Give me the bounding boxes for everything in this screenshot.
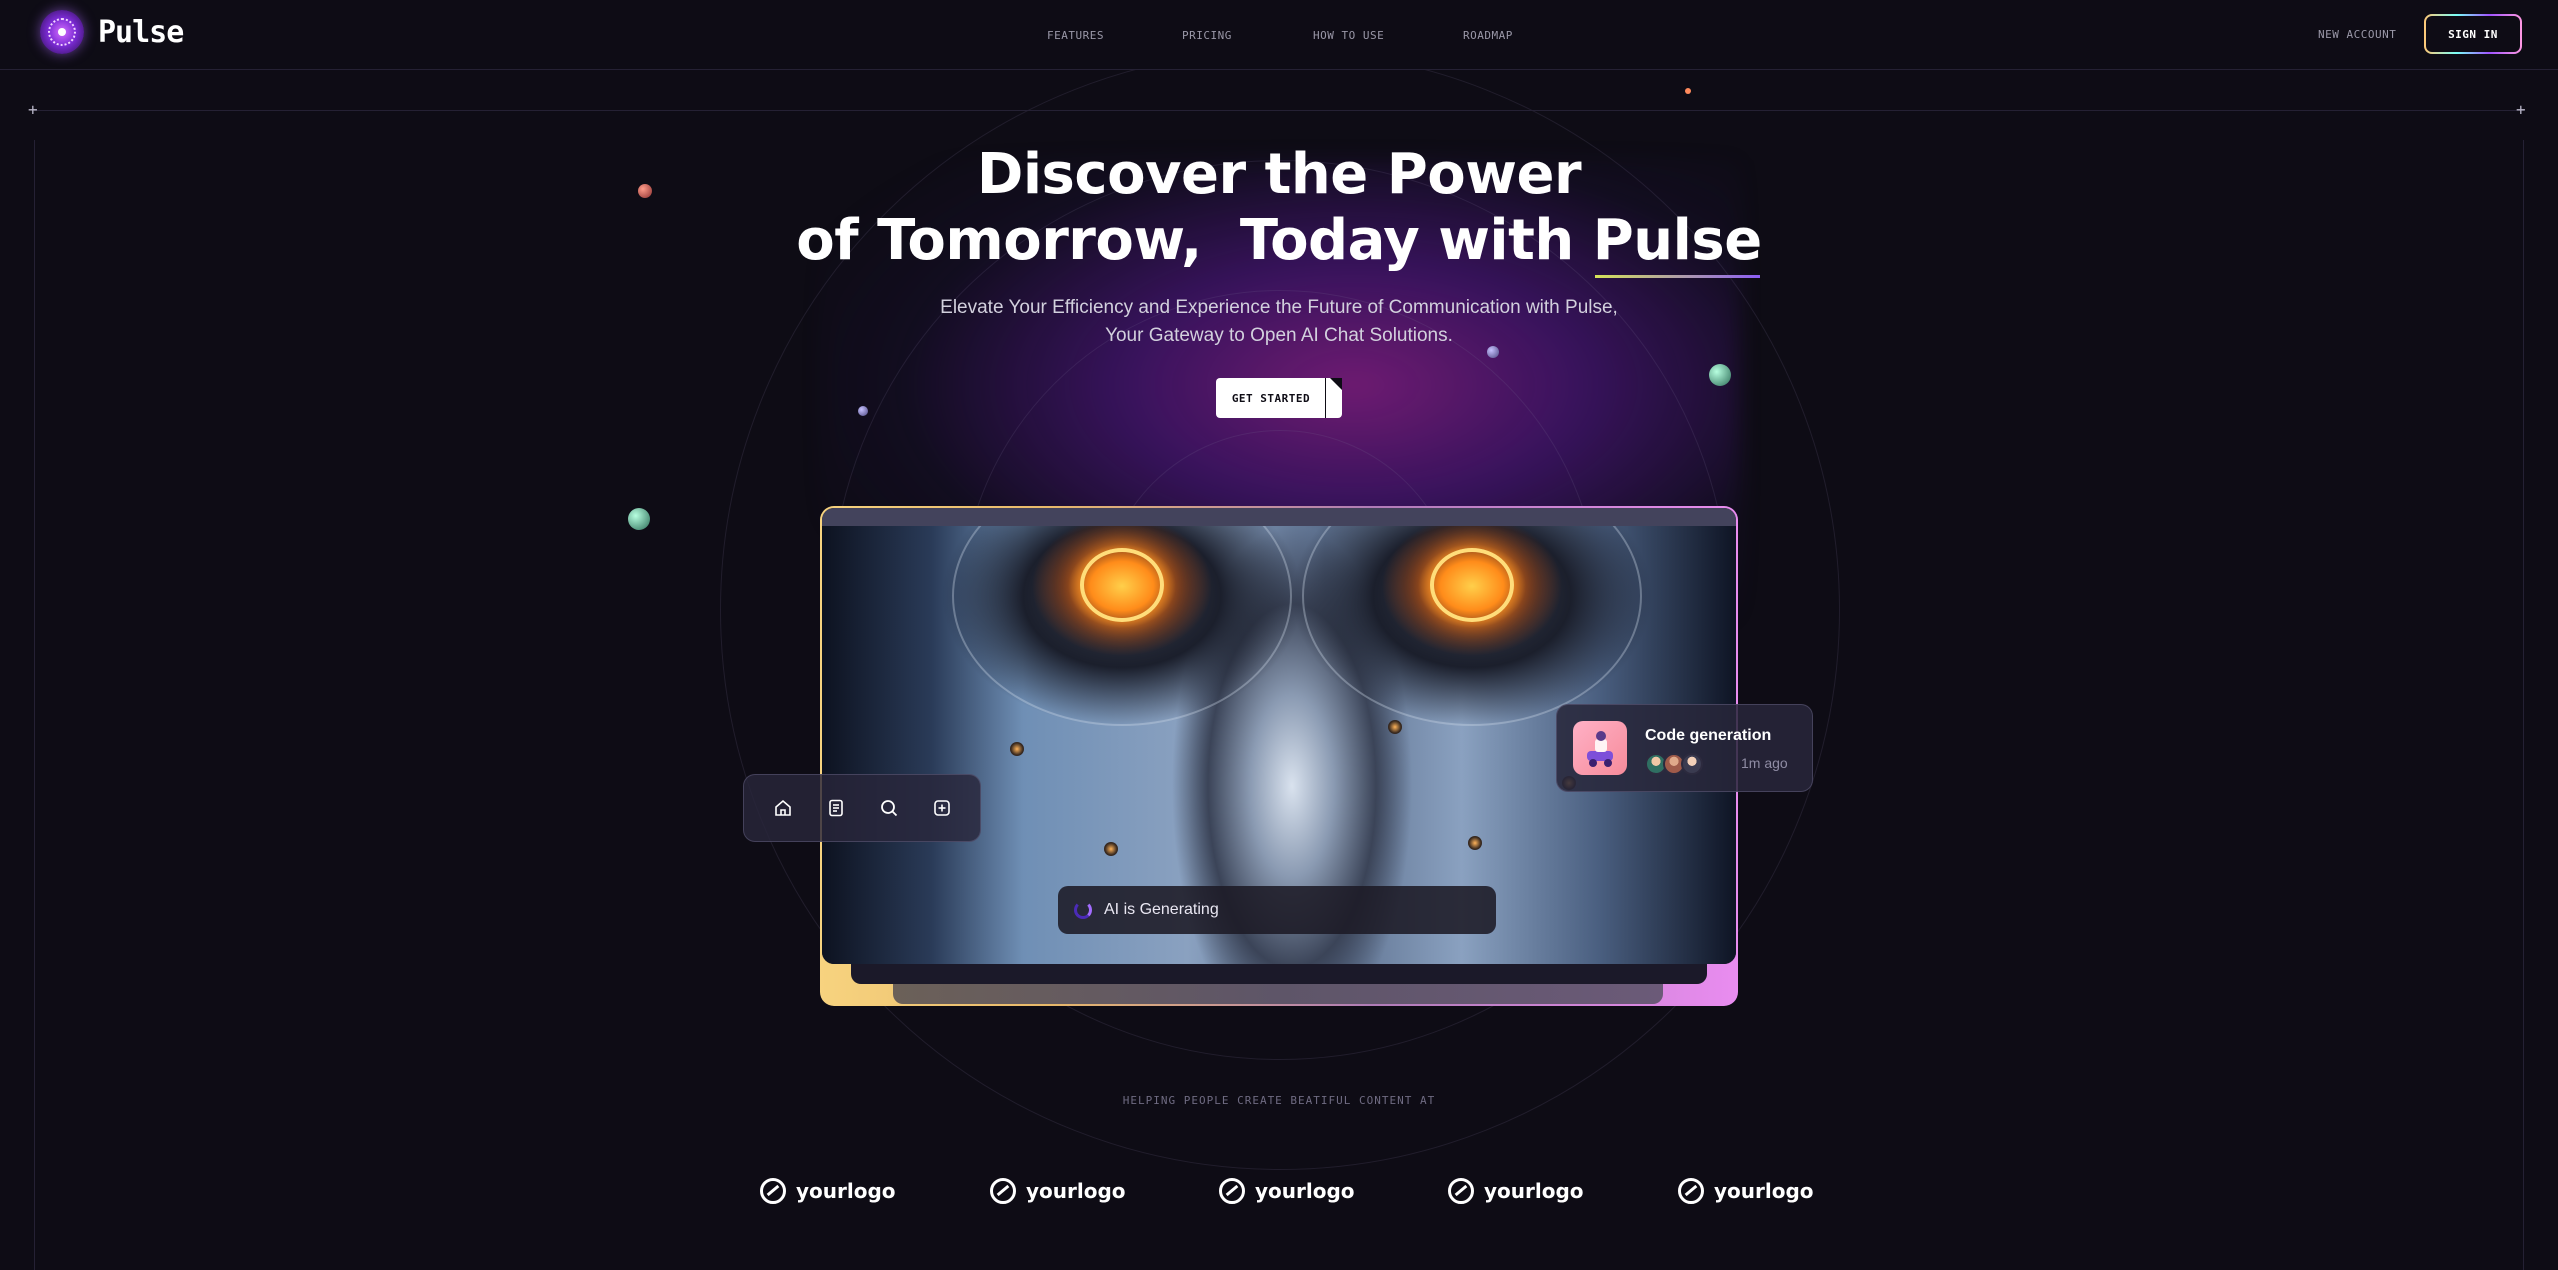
partner-logo-text: yourlogo — [1714, 1179, 1814, 1203]
partner-logo[interactable]: yourlogo — [760, 1176, 896, 1206]
frame-line — [34, 140, 35, 1270]
ai-generating-status: AI is Generating — [1058, 886, 1496, 934]
nav-roadmap[interactable]: ROADMAP — [1463, 29, 1533, 42]
brand-mark-icon — [760, 1178, 786, 1204]
brand-name: Pulse — [98, 14, 184, 50]
plus-icon: + — [2516, 100, 2526, 119]
decorative-orb — [628, 508, 650, 530]
decorative-orb — [1709, 364, 1731, 386]
hero-title: Discover the Power of Tomorrow, Today wi… — [779, 142, 1779, 278]
code-generation-notification[interactable]: Code generation 1m ago — [1556, 704, 1813, 792]
decorative-orb — [638, 184, 652, 198]
partner-logo-text: yourlogo — [796, 1179, 896, 1203]
robot-eye-left — [1080, 548, 1164, 622]
avatar — [1681, 753, 1703, 775]
top-header: Pulse FEATURES PRICING HOW TO USE ROADMA… — [0, 0, 2558, 70]
partner-logo[interactable]: yourlogo — [1678, 1176, 1814, 1206]
brand[interactable]: Pulse — [40, 10, 184, 54]
card-stack-layer — [851, 964, 1707, 984]
nav-how-to-use[interactable]: HOW TO USE — [1313, 29, 1393, 42]
document-icon[interactable] — [821, 793, 851, 823]
hero-title-line2: of Tomorrow, Today with Pulse — [779, 208, 1779, 278]
decorative-orb — [858, 406, 868, 416]
pulse-logo-icon — [40, 10, 84, 54]
brand-mark-icon — [990, 1178, 1016, 1204]
partner-logo[interactable]: yourlogo — [1219, 1176, 1355, 1206]
notification-title: Code generation — [1645, 727, 1772, 744]
plus-icon: + — [28, 100, 38, 119]
sign-in-button[interactable]: SIGN IN — [2424, 14, 2522, 54]
frame-line — [2523, 140, 2524, 1270]
hero-title-accent: Pulse — [1592, 208, 1762, 278]
floating-toolbar — [743, 774, 981, 842]
notification-time: 1m ago — [1741, 755, 1788, 771]
get-started-button[interactable]: GET STARTED — [1216, 378, 1342, 418]
bolt — [1468, 836, 1482, 850]
logos-caption: HELPING PEOPLE CREATE BEATIFUL CONTENT A… — [1122, 1094, 1436, 1107]
brand-mark-icon — [1448, 1178, 1474, 1204]
nav-pricing[interactable]: PRICING — [1182, 29, 1242, 42]
partner-logo-text: yourlogo — [1484, 1179, 1584, 1203]
brand-mark-icon — [1219, 1178, 1245, 1204]
hero-title-line1: Discover the Power — [976, 142, 1582, 207]
partner-logo-text: yourlogo — [1026, 1179, 1126, 1203]
hero-title-line2-text: of Tomorrow, Today with — [796, 208, 1593, 273]
partner-logo[interactable]: yourlogo — [990, 1176, 1126, 1206]
partner-logo[interactable]: yourlogo — [1448, 1176, 1584, 1206]
card-stack-layer — [893, 984, 1663, 1004]
decorative-orb — [1685, 88, 1691, 94]
nav-features[interactable]: FEATURES — [1047, 29, 1117, 42]
avatar-group — [1645, 753, 1703, 775]
robot-eye-right — [1430, 548, 1514, 622]
ai-generating-label: AI is Generating — [1104, 901, 1219, 918]
notification-thumbnail — [1573, 721, 1627, 775]
home-icon[interactable] — [768, 793, 798, 823]
bolt — [1010, 742, 1024, 756]
bolt — [1104, 842, 1118, 856]
new-account-link[interactable]: NEW ACCOUNT — [2318, 28, 2396, 41]
brand-mark-icon — [1678, 1178, 1704, 1204]
frame-line — [34, 110, 2524, 111]
card-topbar — [822, 508, 1736, 526]
search-icon[interactable] — [874, 793, 904, 823]
loading-spinner-icon — [1074, 901, 1092, 919]
bolt — [1388, 720, 1402, 734]
partner-logo-text: yourlogo — [1255, 1179, 1355, 1203]
plus-square-icon[interactable] — [927, 793, 957, 823]
hero-subtitle: Elevate Your Efficiency and Experience t… — [940, 297, 1618, 346]
